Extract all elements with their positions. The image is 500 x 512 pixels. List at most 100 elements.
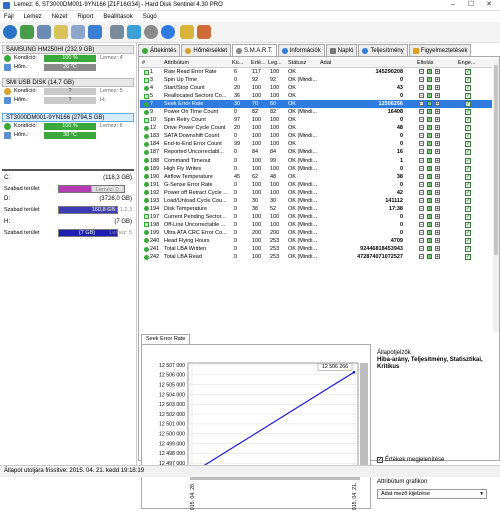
col-worst[interactable]: Leg... xyxy=(268,60,282,66)
table-row[interactable]: 189 High Fly Writes 0 100 100 OK (Mindi... 0−0… xyxy=(140,165,492,173)
offset-decrease-button[interactable]: − xyxy=(419,189,424,195)
offset-decrease-button[interactable]: − xyxy=(419,205,424,211)
table-row[interactable]: 240 Head Flying Hours 0 100 253 OK (Mindi... 4… xyxy=(140,237,492,245)
col-enabled[interactable]: Enge... xyxy=(458,60,475,66)
table-row[interactable]: 198 Off-Line Uncorrectable ... 0 100 100 OK (… xyxy=(140,221,492,229)
offset-decrease-button[interactable]: − xyxy=(419,246,424,252)
table-row[interactable]: 183 SATA Downshift Count 0 100 100 OK (Mindi.… xyxy=(140,132,492,140)
save-icon[interactable] xyxy=(88,25,102,39)
tab-performance[interactable]: Teljesítmény xyxy=(358,44,408,56)
offset-increase-button[interactable]: + xyxy=(435,141,440,147)
offset-increase-button[interactable]: + xyxy=(435,189,440,195)
enabled-checkbox[interactable]: ✓ xyxy=(465,93,471,100)
table-row[interactable]: 241 Total LBA Written 0 100 253 OK (Mindi... 9… xyxy=(140,245,492,253)
offset-decrease-button[interactable]: − xyxy=(419,117,424,123)
offset-decrease-button[interactable]: − xyxy=(419,109,424,115)
volume-item[interactable]: H: (7 GB) Szabad terület (7 GB) Lemez: 5 xyxy=(2,218,134,244)
offset-increase-button[interactable]: + xyxy=(435,149,440,155)
col-data[interactable]: Adat xyxy=(320,60,331,66)
drive-item[interactable]: SMI USB DISK (14,7 GB) Kondíció:? Lemez: … xyxy=(2,78,134,105)
offset-decrease-button[interactable]: − xyxy=(419,157,424,163)
enabled-checkbox[interactable]: ✓ xyxy=(465,77,471,84)
menu-settings[interactable]: Beállítások xyxy=(103,14,132,20)
tab-temperature[interactable]: Hőmérséklet xyxy=(181,44,232,56)
table-row[interactable]: 242 Total LBA Read 0 100 253 OK (Mindi... 4728… xyxy=(140,253,492,261)
offset-increase-button[interactable]: + xyxy=(435,101,440,107)
menu-file[interactable]: Fájl xyxy=(4,14,14,20)
enabled-checkbox[interactable]: ✓ xyxy=(465,173,471,180)
enabled-checkbox[interactable]: ✓ xyxy=(465,117,471,124)
col-num[interactable]: # xyxy=(142,60,145,66)
offset-decrease-button[interactable]: − xyxy=(419,181,424,187)
table-row[interactable]: 192 Power off Retract Cycle ... 0 100 100 OK … xyxy=(140,189,492,197)
enabled-checkbox[interactable]: ✓ xyxy=(465,133,471,140)
drive-icon[interactable] xyxy=(110,25,124,39)
offset-decrease-button[interactable]: − xyxy=(419,141,424,147)
table-row[interactable]: 184 End-to-End Error Count 99 100 100 OK 0−0 + ✓ xyxy=(140,140,492,148)
offset-decrease-button[interactable]: − xyxy=(419,165,424,171)
offset-increase-button[interactable]: + xyxy=(435,246,440,252)
mail-icon[interactable] xyxy=(71,25,85,39)
enabled-checkbox[interactable]: ✓ xyxy=(465,181,471,188)
offset-decrease-button[interactable]: − xyxy=(419,69,424,74)
tab-seek-error-rate[interactable]: Seek Error Rate xyxy=(141,334,191,344)
offset-decrease-button[interactable]: − xyxy=(419,125,424,131)
gear-icon[interactable] xyxy=(144,25,158,39)
enabled-checkbox[interactable]: ✓ xyxy=(465,246,471,253)
offset-decrease-button[interactable]: − xyxy=(419,101,424,107)
enabled-checkbox[interactable]: ✓ xyxy=(465,189,471,196)
offset-decrease-button[interactable]: − xyxy=(419,237,424,243)
table-row[interactable]: 197 Current Pending Sector... 0 100 100 OK (M… xyxy=(140,213,492,221)
enabled-checkbox[interactable]: ✓ xyxy=(465,165,471,172)
offset-increase-button[interactable]: + xyxy=(435,254,440,260)
graph-mode-select[interactable]: Adat mező kijelzése ▾ xyxy=(377,489,487,499)
offset-decrease-button[interactable]: − xyxy=(419,221,424,227)
table-row[interactable]: 187 Reported Uncorrectabl... 0 84 84 OK (Mind… xyxy=(140,148,492,156)
menu-view[interactable]: Nézet xyxy=(52,14,68,20)
tab-info[interactable]: Információk xyxy=(277,44,325,56)
offset-increase-button[interactable]: + xyxy=(435,133,440,139)
enabled-checkbox[interactable]: ✓ xyxy=(465,205,471,212)
enabled-checkbox[interactable]: ✓ xyxy=(465,125,471,132)
scroll-thumb[interactable] xyxy=(494,65,498,255)
enabled-checkbox[interactable]: ✓ xyxy=(465,69,471,75)
enabled-checkbox[interactable]: ✓ xyxy=(465,229,471,236)
offset-decrease-button[interactable]: − xyxy=(419,77,424,83)
offset-increase-button[interactable]: + xyxy=(435,237,440,243)
enabled-checkbox[interactable]: ✓ xyxy=(465,101,471,108)
offset-increase-button[interactable]: + xyxy=(435,77,440,83)
help-icon[interactable] xyxy=(161,25,175,39)
col-offset[interactable]: Eltolás xyxy=(417,60,434,66)
offset-increase-button[interactable]: + xyxy=(435,93,440,99)
minimize-button[interactable]: – xyxy=(444,0,462,10)
col-threshold[interactable]: Kü... xyxy=(232,60,243,66)
offset-decrease-button[interactable]: − xyxy=(419,149,424,155)
offset-decrease-button[interactable]: − xyxy=(419,213,424,219)
offset-increase-button[interactable]: + xyxy=(435,205,440,211)
offset-increase-button[interactable]: + xyxy=(435,213,440,219)
offset-increase-button[interactable]: + xyxy=(435,109,440,115)
offset-decrease-button[interactable]: − xyxy=(419,254,424,260)
refresh-icon[interactable] xyxy=(3,25,17,39)
col-attribute[interactable]: Attribútum xyxy=(164,60,189,66)
enabled-checkbox[interactable]: ✓ xyxy=(465,221,471,228)
disk-icon[interactable] xyxy=(37,25,51,39)
offset-decrease-button[interactable]: − xyxy=(419,173,424,179)
offset-decrease-button[interactable]: − xyxy=(419,229,424,235)
report-icon[interactable] xyxy=(54,25,68,39)
tab-alerts[interactable]: Figyelmeztetések xyxy=(408,44,472,56)
table-row[interactable]: 194 Disk Temperature 0 38 52 OK (Mindi... 17:3… xyxy=(140,205,492,213)
home-icon[interactable] xyxy=(197,25,211,39)
enabled-checkbox[interactable]: ✓ xyxy=(465,85,471,92)
table-row[interactable]: 190 Airflow Temperature 45 62 48 OK 38 −0 + ✓ xyxy=(140,173,492,181)
table-row[interactable]: 5 Reallocated Sectors Co... 36 100 100 OK 0−0 +… xyxy=(140,92,492,100)
offset-increase-button[interactable]: + xyxy=(435,197,440,203)
maximize-button[interactable]: ☐ xyxy=(462,0,480,10)
checkbox-checked-icon[interactable]: ✓ xyxy=(377,457,383,463)
offset-increase-button[interactable]: + xyxy=(435,125,440,131)
table-row[interactable]: 9 Power On Time Count 0 82 82 OK (Mindi... 164… xyxy=(140,108,492,116)
table-row[interactable]: 4 Start/Stop Count 20 100 100 OK 43 −0 + ✓ xyxy=(140,84,492,92)
offset-increase-button[interactable]: + xyxy=(435,181,440,187)
drive-item[interactable]: SAMSUNG HM250HI (232,9 GB) Kondíció: 100 … xyxy=(2,45,134,72)
key-icon[interactable] xyxy=(180,25,194,39)
